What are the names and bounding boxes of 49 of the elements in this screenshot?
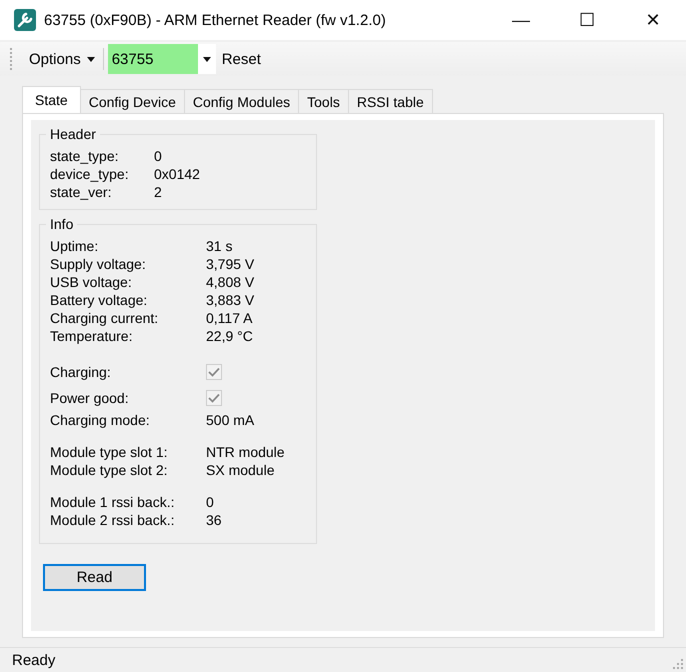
field-label: Temperature:	[50, 328, 134, 344]
field-value: 4,808 V	[206, 274, 254, 290]
field-value: 500 mA	[206, 412, 254, 428]
field-value: 3,883 V	[206, 292, 254, 308]
field-label: state_type:	[50, 148, 120, 164]
field-label: Module type slot 1:	[50, 444, 169, 460]
wrench-icon	[14, 9, 36, 31]
field-label: Charging current:	[50, 310, 160, 326]
window-title: 63755 (0xF90B) - ARM Ethernet Reader (fw v1.2.0)	[44, 12, 387, 28]
field-value: 0	[154, 148, 162, 164]
device-combo[interactable]: 63755	[108, 44, 216, 74]
tab[interactable]: RSSI table	[348, 89, 433, 113]
reset-button[interactable]: Reset	[216, 50, 267, 68]
field-value: 0	[206, 494, 214, 510]
field-label: Module 1 rssi back.:	[50, 494, 176, 510]
field-value: 36	[206, 512, 222, 528]
field-value: 22,9 °C	[206, 328, 253, 344]
field-label: state_ver:	[50, 184, 112, 200]
read-button[interactable]: Read	[43, 564, 146, 591]
maximize-button[interactable]: ☐	[562, 9, 612, 31]
caret-icon	[86, 56, 95, 62]
close-button[interactable]: ✕	[628, 9, 678, 31]
field-label: Supply voltage:	[50, 256, 147, 272]
tab[interactable]: Config Modules	[184, 89, 300, 113]
tab[interactable]: State	[22, 86, 81, 113]
status-text: Ready	[12, 652, 56, 668]
field-value: 31 s	[206, 238, 232, 254]
resize-grip-icon[interactable]	[673, 659, 683, 669]
field-label: Module 2 rssi back.:	[50, 512, 176, 528]
field-label: Module type slot 2:	[50, 462, 169, 478]
tab[interactable]: Config Device	[80, 89, 185, 113]
field-label: device_type:	[50, 166, 130, 182]
field-value: SX module	[206, 462, 274, 478]
field-value: 0x0142	[154, 166, 200, 182]
field-label: Power good:	[50, 390, 130, 406]
group-title: Info	[46, 216, 78, 232]
field-value: 2	[154, 184, 162, 200]
field-value: 0,117 A	[206, 310, 252, 326]
field-label: Uptime:	[50, 238, 100, 254]
field-label: Battery voltage:	[50, 292, 148, 308]
options-menu[interactable]: Options	[25, 50, 99, 68]
minimize-button[interactable]: —	[496, 10, 546, 30]
field-value: 3,795 V	[206, 256, 254, 272]
field-label: Charging mode:	[50, 412, 151, 428]
field-label: Charging:	[50, 364, 112, 380]
field-label: USB voltage:	[50, 274, 133, 290]
device-field[interactable]: 63755	[108, 44, 198, 74]
field-value: NTR module	[206, 444, 285, 460]
group-title: Header	[46, 126, 100, 142]
